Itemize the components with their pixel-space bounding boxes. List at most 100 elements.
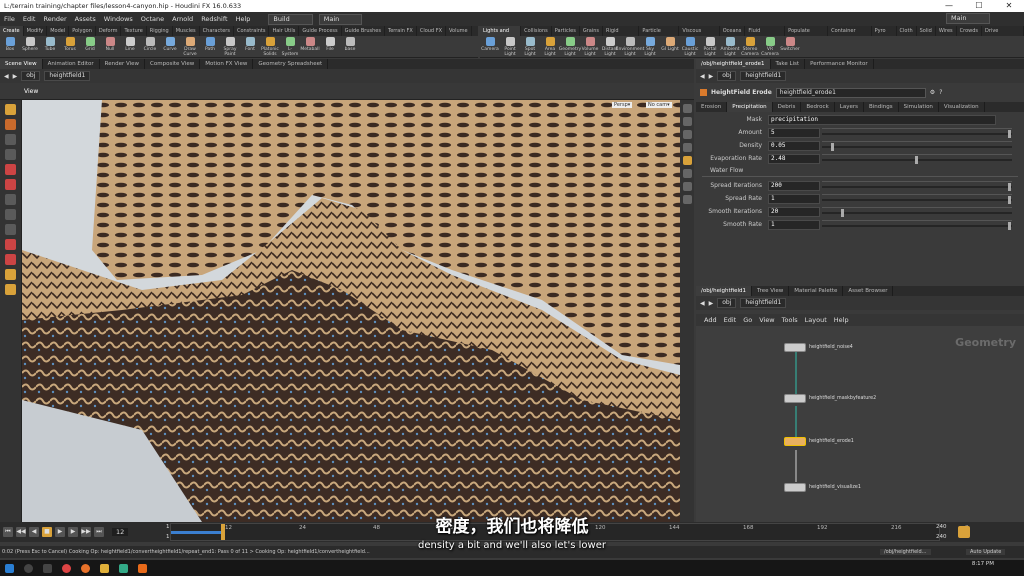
shelf-tool-stereo-camera[interactable]: Stereo Camera <box>740 36 760 57</box>
tab-obj-heightfield1[interactable]: /obj/heightfield1 <box>696 286 752 296</box>
net-menu-layout[interactable]: Layout <box>805 316 827 324</box>
forward-icon[interactable]: ▶ <box>709 73 714 80</box>
light-icon[interactable] <box>682 156 692 165</box>
net-menu-help[interactable]: Help <box>834 316 849 324</box>
shelf-tool-sphere[interactable]: Sphere <box>20 36 40 57</box>
shelf-tool-box[interactable]: Box <box>0 36 20 57</box>
network-editor[interactable]: Geometry heightfield_noise4 heightfield_… <box>696 326 1024 522</box>
shelf-tool-spray-paint[interactable]: Spray Paint <box>220 36 240 57</box>
magnet-icon[interactable] <box>5 254 16 265</box>
viewport[interactable]: Persp▾ No cam▾ <box>22 100 680 522</box>
shelf-tab-drive-simula[interactable]: Drive Simula... <box>982 26 1024 44</box>
camera-menu[interactable]: No cam▾ <box>646 102 672 108</box>
menu-help[interactable]: Help <box>232 15 255 23</box>
net-menu-add[interactable]: Add <box>704 316 717 324</box>
chrome-icon[interactable] <box>62 563 71 573</box>
shelf-tab-deform[interactable]: Deform <box>96 26 122 36</box>
net-menu-view[interactable]: View <box>759 316 774 324</box>
ghost-icon[interactable] <box>682 143 692 152</box>
shelf-tool-font[interactable]: Font <box>240 36 260 57</box>
shelf-tab-volume[interactable]: Volume <box>446 26 472 36</box>
shelf-tool-l-system[interactable]: L-System <box>280 36 300 57</box>
shelf-tab-lights-and-c[interactable]: Lights and C... <box>480 26 522 44</box>
shelf-tool-environment-light[interactable]: Environment Light <box>616 36 644 57</box>
shelf-tab-grains[interactable]: Grains <box>580 26 603 36</box>
shelf-tab-cloth[interactable]: Cloth <box>897 26 917 36</box>
menu-assets[interactable]: Assets <box>71 15 100 23</box>
shelf-tab-oceans[interactable]: Oceans <box>720 26 746 36</box>
back-icon[interactable]: ◀ <box>700 73 705 80</box>
net-menu-edit[interactable]: Edit <box>724 316 737 324</box>
shelf-tool-line[interactable]: Line <box>120 36 140 57</box>
parm-slider-evaporation-rate[interactable] <box>822 153 1012 164</box>
close-button[interactable]: ✕ <box>994 0 1024 12</box>
maximize-button[interactable]: ☐ <box>964 0 994 12</box>
shelf-tool-area-light[interactable]: Area Light <box>540 36 560 57</box>
shelf-tab-polygon[interactable]: Polygon <box>69 26 96 36</box>
tab-motion-fx-view[interactable]: Motion FX View <box>200 59 254 69</box>
firefox-icon[interactable] <box>81 563 90 573</box>
scene-path[interactable]: obj <box>21 71 41 81</box>
network-path[interactable]: obj <box>717 298 737 308</box>
shelf-tool-circle[interactable]: Circle <box>140 36 160 57</box>
menu-redshift[interactable]: Redshift <box>197 15 231 23</box>
parm-field-amount[interactable]: 5 <box>768 127 820 138</box>
parm-slider-spread-iterations[interactable] <box>822 180 1012 191</box>
shelf-tab-particles[interactable]: Particles <box>552 26 580 36</box>
tab-asset-browser[interactable]: Asset Browser <box>843 286 894 296</box>
wireframe-icon[interactable] <box>682 130 692 139</box>
menu-windows[interactable]: Windows <box>100 15 137 23</box>
shelf-tool-sky-light[interactable]: Sky Light <box>640 36 660 57</box>
shelf-tool-grid[interactable]: Grid <box>80 36 100 57</box>
right-desktop-dropdown[interactable]: Main <box>946 13 990 24</box>
tab-render-view[interactable]: Render View <box>100 59 146 69</box>
parm-tab-precipitation[interactable]: Precipitation <box>727 102 773 112</box>
tab-scene-view[interactable]: Scene View <box>0 59 43 69</box>
view-icon[interactable] <box>5 209 16 220</box>
parm-tab-debris[interactable]: Debris <box>773 102 802 112</box>
shelf-tab-viscous-fluids[interactable]: Viscous Fluids <box>679 26 720 44</box>
parm-tab-simulation[interactable]: Simulation <box>899 102 939 112</box>
menu-render[interactable]: Render <box>39 15 70 23</box>
render-icon[interactable] <box>5 284 16 295</box>
shelf-tool-base[interactable]: base <box>340 36 360 57</box>
parm-tab-erosion[interactable]: Erosion <box>696 102 728 112</box>
tab-performance-monitor[interactable]: Performance Monitor <box>805 59 874 69</box>
shelf-tab-solid[interactable]: Solid <box>917 26 936 36</box>
parm-node[interactable]: heightfield1 <box>740 71 787 81</box>
shelf-tool-draw-curve[interactable]: Draw Curve <box>180 36 200 57</box>
forward-icon[interactable]: ▶ <box>13 73 18 80</box>
windows-icon[interactable] <box>5 563 14 573</box>
gear-icon[interactable]: ⚙ <box>930 89 935 96</box>
shelf-tab-rigging[interactable]: Rigging <box>147 26 173 36</box>
shelf-tab-create[interactable]: Create <box>0 26 24 36</box>
parm-tab-bedrock[interactable]: Bedrock <box>801 102 835 112</box>
node-heightfield-visualize1[interactable]: heightfield_visualize1 <box>784 483 861 492</box>
shelf-tool-point-light[interactable]: Point Light <box>500 36 520 57</box>
tab-composite-view[interactable]: Composite View <box>145 59 201 69</box>
search-icon[interactable] <box>24 563 33 573</box>
shelf-tab-particle-fluids[interactable]: Particle Fluids <box>639 26 680 44</box>
shelf-tab-model[interactable]: Model <box>47 26 70 36</box>
back-icon[interactable]: ◀ <box>4 73 9 80</box>
shelf-tool-volume-light[interactable]: Volume Light <box>580 36 600 57</box>
shelf-tab-characters[interactable]: Characters <box>200 26 234 36</box>
menu-octane[interactable]: Octane <box>137 15 168 23</box>
snap-icon[interactable] <box>5 239 16 250</box>
parm-slider-smooth-rate[interactable] <box>822 219 1012 230</box>
shelf-tab-crowds[interactable]: Crowds <box>957 26 983 36</box>
camera-icon[interactable] <box>5 224 16 235</box>
shelf-tool-tube[interactable]: Tube <box>40 36 60 57</box>
shelf-tab-modify[interactable]: Modify <box>24 26 48 36</box>
parm-tab-visualization[interactable]: Visualization <box>939 102 985 112</box>
net-menu-go[interactable]: Go <box>743 316 752 324</box>
shading-icon[interactable] <box>682 117 692 126</box>
shelf-tool-geometry-light[interactable]: Geometry Light <box>559 36 581 57</box>
shelf-tool-spot-light[interactable]: Spot Light <box>520 36 540 57</box>
parm-tab-bindings[interactable]: Bindings <box>864 102 899 112</box>
shelf-tab-guide-brushes[interactable]: Guide Brushes <box>342 26 385 36</box>
shelf-tab-guide-process[interactable]: Guide Process <box>299 26 342 36</box>
shelf-tool-gi-light[interactable]: GI Light <box>660 36 680 57</box>
parm-field-spread-rate[interactable]: 1 <box>768 193 820 204</box>
tab-geometry-spreadsheet[interactable]: Geometry Spreadsheet <box>253 59 329 69</box>
